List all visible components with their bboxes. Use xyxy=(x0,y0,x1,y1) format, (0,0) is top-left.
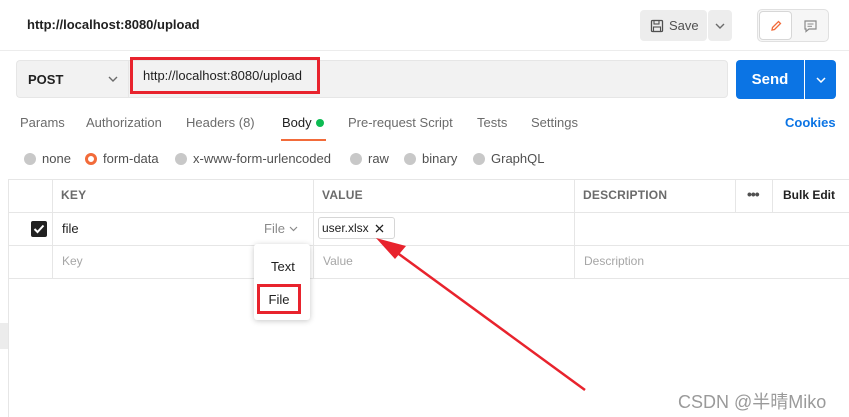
annotation-arrow xyxy=(376,238,586,392)
left-edge-panel xyxy=(0,323,8,349)
watermark: CSDN @半晴Miko xyxy=(678,392,827,412)
